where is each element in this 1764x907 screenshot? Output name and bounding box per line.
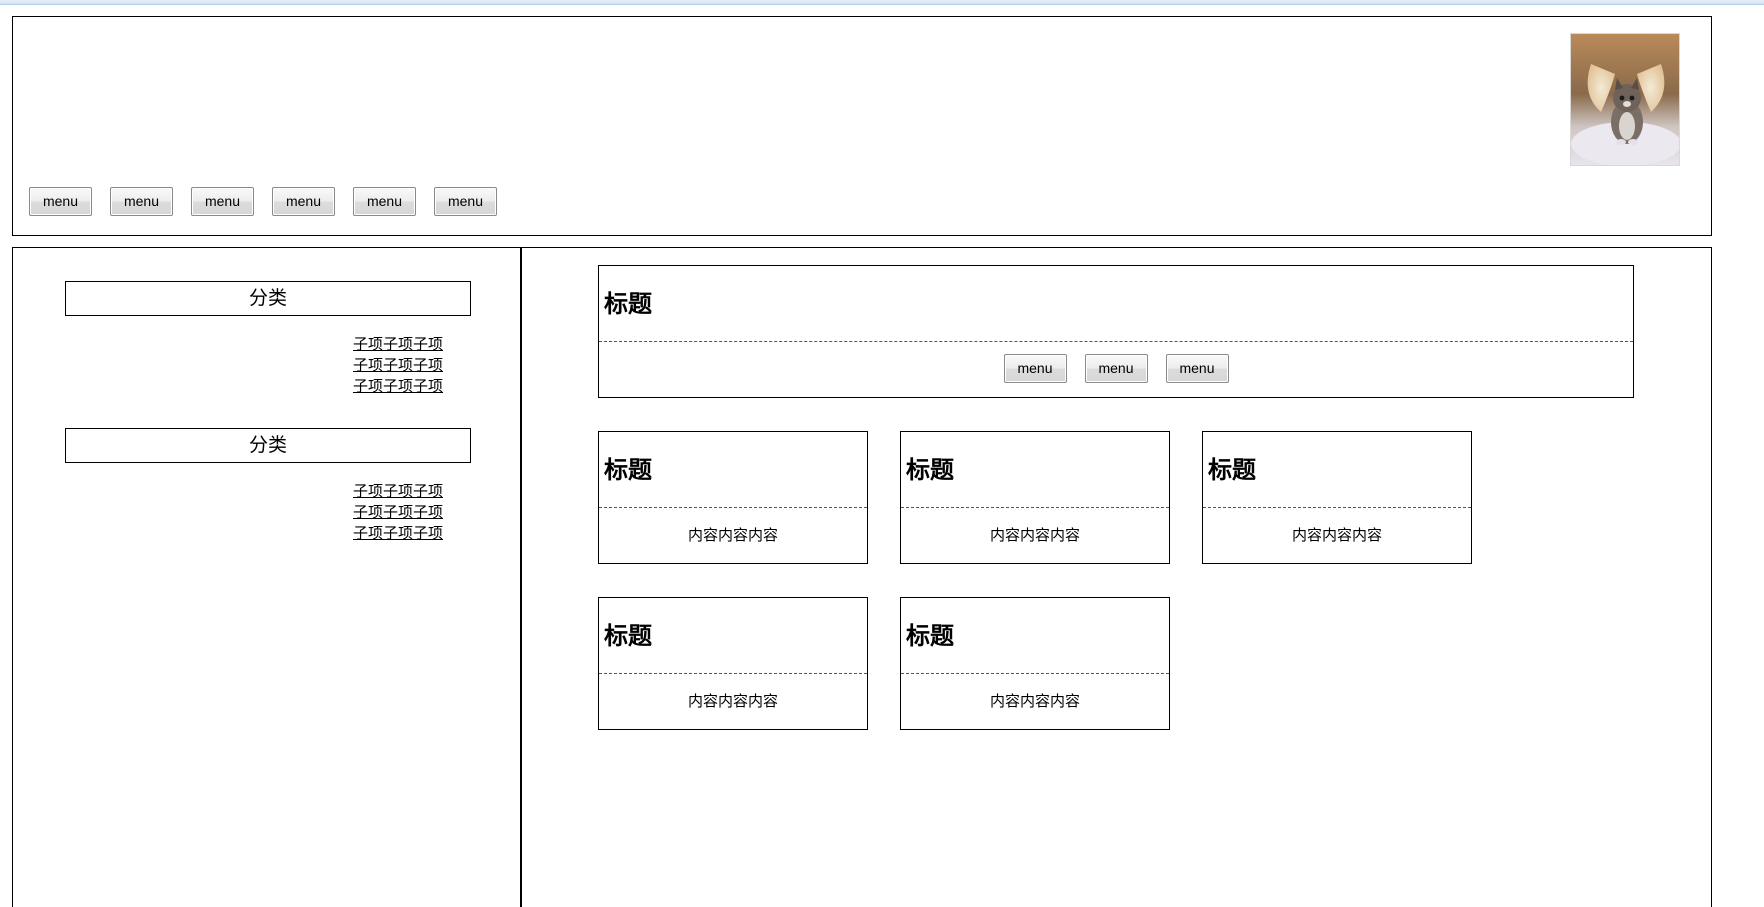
panel-actions: menu menu menu	[599, 342, 1633, 383]
content-card: 标题 内容内容内容	[900, 431, 1170, 564]
content-card: 标题 内容内容内容	[900, 597, 1170, 730]
sidebar: 分类 子项子项子项 子项子项子项 子项子项子项 分类 子项子项子项 子项子项子项…	[12, 247, 522, 907]
top-menu-bar: menu menu menu menu menu menu	[29, 187, 497, 216]
card-content: 内容内容内容	[989, 692, 1080, 710]
card-title: 标题	[599, 432, 867, 508]
avatar	[1570, 33, 1680, 166]
top-menu-button-2[interactable]: menu	[110, 187, 173, 216]
sub-item-link[interactable]: 子项子项子项	[353, 355, 463, 376]
panel-menu-button-1[interactable]: menu	[1003, 354, 1067, 383]
sub-item-link[interactable]: 子项子项子项	[353, 376, 463, 397]
category-heading-1: 分类	[65, 281, 471, 316]
card-title: 标题	[901, 598, 1169, 674]
category-2-sub-list: 子项子项子项 子项子项子项 子项子项子项	[353, 481, 463, 544]
card-content: 内容内容内容	[1291, 526, 1382, 544]
category-heading-2: 分类	[65, 428, 471, 463]
top-menu-button-5[interactable]: menu	[353, 187, 416, 216]
sub-item-link[interactable]: 子项子项子项	[353, 334, 463, 355]
panel-menu-button-3[interactable]: menu	[1165, 354, 1229, 383]
panel-menu-button-2[interactable]: menu	[1084, 354, 1148, 383]
window-top-strip	[0, 0, 1764, 5]
card-content: 内容内容内容	[687, 526, 778, 544]
sub-item-link[interactable]: 子项子项子项	[353, 502, 463, 523]
title-panel: 标题 menu menu menu	[598, 265, 1634, 398]
content-card: 标题 内容内容内容	[598, 431, 868, 564]
category-1-sub-list: 子项子项子项 子项子项子项 子项子项子项	[353, 334, 463, 397]
content-card: 标题 内容内容内容	[1202, 431, 1472, 564]
card-title: 标题	[901, 432, 1169, 508]
card-title: 标题	[599, 598, 867, 674]
content-card: 标题 内容内容内容	[598, 597, 868, 730]
main-content: 标题 menu menu menu 标题 内容内容内容 标题 内容内容内容 标题…	[521, 247, 1712, 907]
card-content: 内容内容内容	[687, 692, 778, 710]
panel-title: 标题	[599, 266, 1633, 342]
top-menu-button-6[interactable]: menu	[434, 187, 497, 216]
top-menu-button-1[interactable]: menu	[29, 187, 92, 216]
card-content: 内容内容内容	[989, 526, 1080, 544]
kitten-avatar-image	[1571, 34, 1679, 165]
page-header: menu menu menu menu menu menu	[12, 16, 1712, 236]
top-menu-button-4[interactable]: menu	[272, 187, 335, 216]
sub-item-link[interactable]: 子项子项子项	[353, 481, 463, 502]
sub-item-link[interactable]: 子项子项子项	[353, 523, 463, 544]
top-menu-button-3[interactable]: menu	[191, 187, 254, 216]
card-title: 标题	[1203, 432, 1471, 508]
